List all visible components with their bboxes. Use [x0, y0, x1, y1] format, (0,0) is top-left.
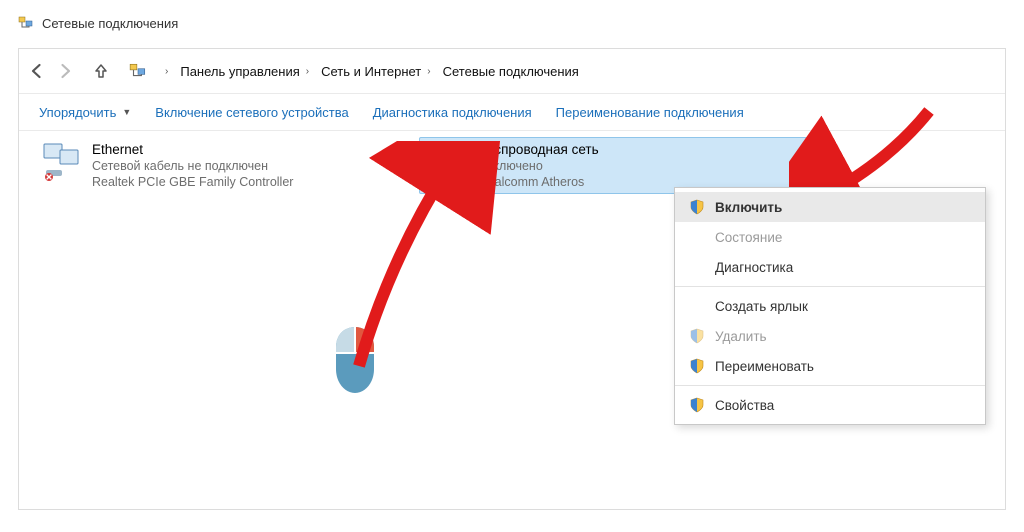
back-button[interactable] [23, 57, 51, 85]
breadcrumb-label: Сеть и Интернет [321, 64, 421, 79]
menu-separator [675, 286, 985, 287]
menu-item-label: Переименовать [715, 359, 814, 374]
adapter-status: Отключено [478, 159, 599, 173]
menu-item-label: Состояние [715, 230, 782, 245]
breadcrumb-control-panel[interactable]: Панель управления › [174, 57, 315, 85]
button-label: Диагностика подключения [373, 105, 532, 120]
chevron-right-icon: › [306, 66, 309, 77]
shield-icon [689, 199, 705, 215]
organize-button[interactable]: Упорядочить ▼ [29, 98, 141, 126]
address-bar: › Панель управления › Сеть и Интернет › … [19, 49, 1005, 93]
breadcrumb-connections[interactable]: Сетевые подключения [437, 57, 585, 85]
network-connections-icon [18, 15, 34, 31]
enable-device-button[interactable]: Включение сетевого устройства [145, 98, 358, 126]
adapter-body: Ethernet Сетевой кабель не подключен Rea… [92, 142, 293, 189]
diagnose-button[interactable]: Диагностика подключения [363, 98, 542, 126]
ethernet-icon [42, 142, 82, 182]
context-menu-rename[interactable]: Переименовать [675, 351, 985, 381]
menu-separator [675, 385, 985, 386]
connections-list: Ethernet Сетевой кабель не подключен Rea… [19, 131, 1005, 510]
wireless-icon [428, 142, 468, 182]
adapter-status: Сетевой кабель не подключен [92, 159, 293, 173]
chevron-down-icon: ▼ [122, 107, 131, 117]
menu-item-label: Создать ярлык [715, 299, 808, 314]
breadcrumb-network[interactable]: Сеть и Интернет › [315, 57, 436, 85]
command-bar: Упорядочить ▼ Включение сетевого устройс… [19, 93, 1005, 131]
chevron-right-icon: › [427, 66, 430, 77]
location-icon [129, 62, 147, 80]
context-menu-enable[interactable]: Включить [675, 192, 985, 222]
button-label: Упорядочить [39, 105, 116, 120]
window: Сетевые подключения › [0, 0, 1024, 532]
context-menu: Включить Состояние Диагностика Создать я… [674, 187, 986, 425]
shield-icon [689, 328, 705, 344]
up-button[interactable] [87, 57, 115, 85]
rename-connection-button[interactable]: Переименование подключения [546, 98, 744, 126]
adapter-device: Realtek PCIe GBE Family Controller [92, 175, 293, 189]
adapter-wireless[interactable]: Беспроводная сеть Отключено Qualcomm Ath… [419, 137, 807, 194]
explorer-panel: › Панель управления › Сеть и Интернет › … [18, 48, 1006, 510]
menu-item-label: Удалить [715, 329, 767, 344]
adapter-body: Беспроводная сеть Отключено Qualcomm Ath… [478, 142, 599, 189]
forward-button[interactable] [51, 57, 79, 85]
context-menu-shortcut[interactable]: Создать ярлык [675, 291, 985, 321]
shield-icon [689, 358, 705, 374]
context-menu-diag[interactable]: Диагностика [675, 252, 985, 282]
context-menu-delete: Удалить [675, 321, 985, 351]
adapter-device: Qualcomm Atheros [478, 175, 599, 189]
breadcrumb-drop[interactable]: › [153, 57, 174, 85]
shield-icon [689, 397, 705, 413]
button-label: Переименование подключения [556, 105, 744, 120]
breadcrumb-label: Сетевые подключения [443, 64, 579, 79]
button-label: Включение сетевого устройства [155, 105, 348, 120]
adapter-ethernet[interactable]: Ethernet Сетевой кабель не подключен Rea… [33, 137, 421, 194]
menu-item-label: Диагностика [715, 260, 793, 275]
context-menu-state: Состояние [675, 222, 985, 252]
breadcrumb-label: Панель управления [180, 64, 299, 79]
context-menu-props[interactable]: Свойства [675, 390, 985, 420]
adapter-name: Ethernet [92, 142, 293, 157]
mouse-right-click-icon [332, 325, 378, 398]
menu-item-label: Включить [715, 200, 782, 215]
menu-item-label: Свойства [715, 398, 774, 413]
adapter-name: Беспроводная сеть [478, 142, 599, 157]
titlebar: Сетевые подключения [18, 10, 1006, 36]
window-title: Сетевые подключения [42, 16, 178, 31]
